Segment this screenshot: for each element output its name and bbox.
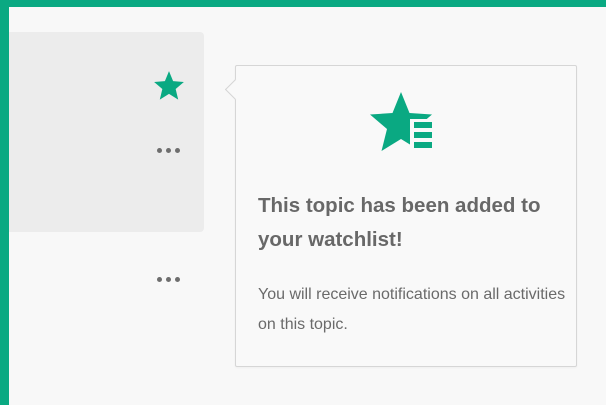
more-options-button[interactable] <box>150 143 186 157</box>
more-icon-dot <box>156 147 162 153</box>
more-icon-dot <box>165 276 171 282</box>
more-options-button-secondary[interactable] <box>150 272 186 286</box>
more-icon-dot <box>174 147 180 153</box>
watchlist-icon <box>370 92 441 158</box>
watchlist-star-button[interactable] <box>150 68 188 104</box>
more-icon-dot <box>156 276 162 282</box>
star-icon <box>154 71 184 100</box>
popover-message: You will receive notifications on all ac… <box>258 286 566 333</box>
watchlist-popover: This topic has been added to your watchl… <box>224 65 577 367</box>
more-icon-dot <box>174 276 180 282</box>
topic-card <box>9 32 204 232</box>
more-icon-dot <box>165 147 171 153</box>
popover-title: This topic has been added to your watchl… <box>258 194 541 251</box>
